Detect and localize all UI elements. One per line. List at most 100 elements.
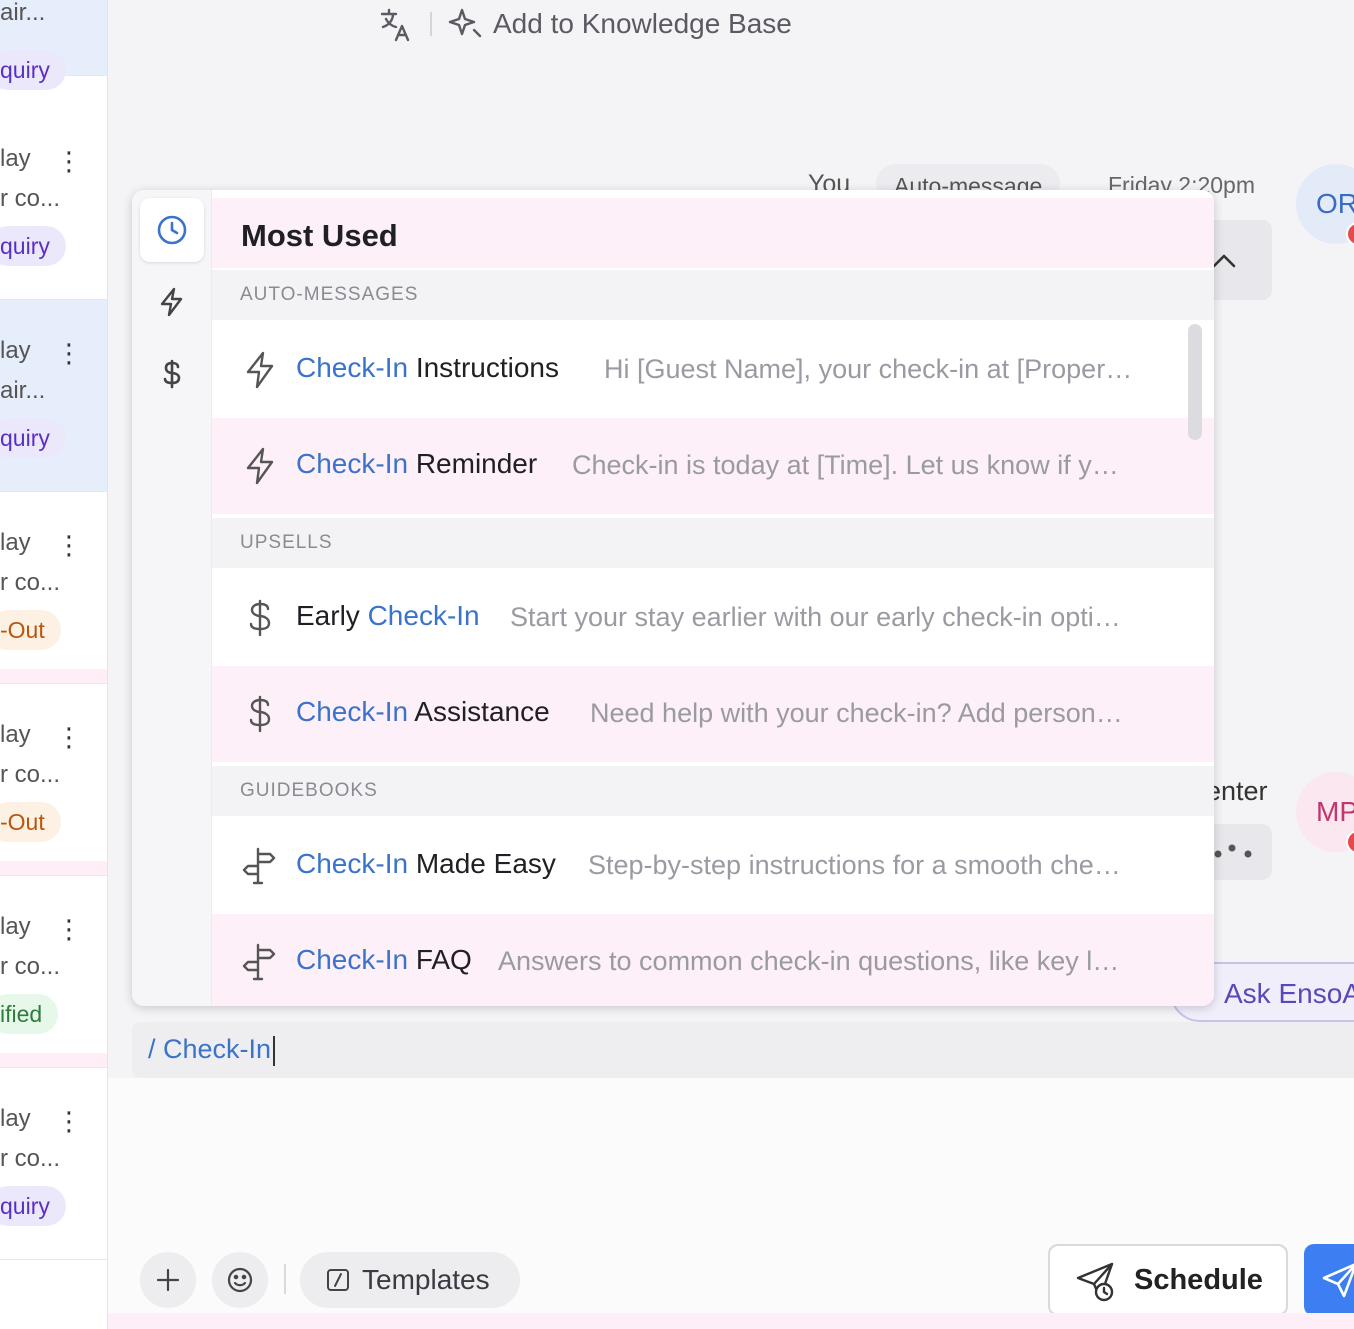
add-button[interactable]: [140, 1252, 196, 1308]
scrollbar[interactable]: [1188, 324, 1202, 440]
conversation-item[interactable]: lay r co... ⋮ quiry: [0, 1068, 107, 1260]
section-title: AUTO-MESSAGES: [240, 284, 419, 305]
list-header: Most Used: [212, 198, 1214, 268]
templates-button[interactable]: Templates: [300, 1252, 520, 1308]
conversation-preview: r co...: [0, 1145, 61, 1172]
conversation-preview: r co...: [0, 761, 61, 788]
title-suffix: Instructions: [408, 352, 559, 383]
row-highlight: [0, 1053, 107, 1067]
schedule-label: Schedule: [1134, 1264, 1263, 1296]
input-value: / Check-In: [148, 1034, 272, 1064]
typing-dots-icon: [1214, 844, 1252, 858]
suggestion-title: Check-In FAQ: [296, 944, 472, 976]
row-highlight: [0, 669, 107, 683]
suggestion-item[interactable]: Check-In FAQ Answers to common check-in q…: [212, 914, 1214, 1006]
status-badge: -Out: [0, 802, 61, 842]
message-input-text[interactable]: / Check-In: [148, 1034, 276, 1066]
suggestion-title: Check-In Reminder: [296, 448, 537, 480]
plus-icon: [156, 1268, 180, 1292]
send-icon: [1322, 1263, 1354, 1298]
rail-upsells-button[interactable]: [140, 342, 204, 406]
status-badge: quiry: [0, 418, 66, 458]
title-match: Check-In: [367, 600, 480, 631]
conversation-item[interactable]: air... quiry: [0, 0, 107, 90]
dollar-icon: [249, 599, 271, 637]
text-caret: [273, 1035, 276, 1066]
conversation-item[interactable]: lay air... ⋮ quiry: [0, 300, 107, 492]
send-button[interactable]: [1304, 1244, 1354, 1316]
suggestion-item[interactable]: Check-In Reminder Check-in is today at [T…: [212, 418, 1214, 514]
rail-auto-messages-button[interactable]: [140, 270, 204, 334]
dollar-icon: [163, 359, 181, 389]
suggestion-preview: Check-in is today at [Time]. Let us know…: [572, 450, 1119, 480]
topbar-separator: [430, 12, 432, 36]
signpost-icon: [242, 943, 276, 981]
rail-most-used-button[interactable]: [140, 198, 204, 262]
category-rail: [132, 190, 212, 1006]
bolt-icon: [246, 447, 274, 485]
conversation-item[interactable]: lay r co... ⋮ quiry: [0, 108, 107, 300]
conversation-preview: air...: [0, 377, 46, 404]
more-options-icon[interactable]: ⋮: [56, 912, 82, 948]
schedule-button[interactable]: Schedule: [1048, 1244, 1288, 1316]
suggestion-item[interactable]: Check-In Made Easy Step-by-step instructi…: [212, 818, 1214, 914]
title-match: Check-In: [296, 944, 409, 975]
suggestion-preview: Answers to common check-in questions, li…: [498, 946, 1120, 976]
message-input[interactable]: / Check-In: [132, 1022, 1354, 1078]
smiley-icon: [227, 1267, 253, 1293]
conversation-line: lay: [0, 145, 31, 172]
conversation-line: lay: [0, 529, 31, 556]
message-fragment: enter: [1206, 776, 1268, 806]
sparkle-icon[interactable]: [448, 6, 484, 42]
top-bar: Add to Knowledge Base: [108, 0, 1354, 60]
conversation-preview: r co...: [0, 569, 61, 596]
toolbar-separator: [284, 1264, 286, 1294]
section-title: GUIDEBOOKS: [240, 780, 378, 801]
conversation-list: air... quiry lay r co... ⋮ quiry lay air... ⋮ qui…: [0, 0, 108, 1329]
status-badge: quiry: [0, 1186, 66, 1226]
suggestion-title: Check-In Assistance: [296, 696, 550, 728]
suggestion-item[interactable]: Check-In Assistance Need help with your c…: [212, 666, 1214, 762]
suggestion-item[interactable]: Early Check-In Start your stay earlier wi…: [212, 570, 1214, 666]
bolt-icon: [160, 287, 183, 317]
conversation-preview: r co...: [0, 953, 61, 980]
suggestion-list: Most Used AUTO-MESSAGES Check-In Instruc…: [212, 190, 1214, 1006]
translate-icon[interactable]: [378, 6, 416, 44]
more-options-icon[interactable]: ⋮: [56, 144, 82, 180]
suggestion-title: Check-In Instructions: [296, 352, 559, 384]
suggestion-preview: Need help with your check-in? Add person…: [590, 698, 1123, 728]
ask-enso-label: Ask EnsoAI: [1224, 978, 1354, 1009]
emoji-button[interactable]: [212, 1252, 268, 1308]
suggestion-preview: Step-by-step instructions for a smooth c…: [588, 850, 1121, 880]
section-title: UPSELLS: [240, 532, 333, 553]
status-badge: -Out: [0, 610, 61, 650]
section-upsells: UPSELLS: [212, 518, 1214, 568]
section-guidebooks: GUIDEBOOKS: [212, 766, 1214, 816]
more-options-icon[interactable]: ⋮: [56, 720, 82, 756]
conversation-line: lay: [0, 913, 31, 940]
more-options-icon[interactable]: ⋮: [56, 528, 82, 564]
avatar-initials: MP: [1316, 796, 1354, 827]
bolt-icon: [246, 351, 274, 389]
add-to-knowledge-base-button[interactable]: Add to Knowledge Base: [493, 8, 792, 40]
more-options-icon[interactable]: ⋮: [56, 336, 82, 372]
title-suffix: Made Easy: [408, 848, 556, 879]
title-prefix: Early: [296, 600, 368, 631]
conversation-item[interactable]: lay r co... ⋮ -Out: [0, 492, 107, 684]
more-options-icon[interactable]: ⋮: [56, 1104, 82, 1140]
conversation-line: air...: [0, 0, 46, 26]
conversation-line: lay: [0, 1105, 31, 1132]
title-suffix: Reminder: [408, 448, 538, 479]
suggestion-item[interactable]: Check-In Instructions Hi [Guest Name], yo…: [212, 322, 1214, 418]
templates-label: Templates: [362, 1264, 490, 1295]
conversation-item[interactable]: lay r co... ⋮ ified: [0, 876, 107, 1068]
dollar-icon: [249, 695, 271, 733]
suggestion-preview: Hi [Guest Name], your check-in at [Prope…: [604, 354, 1133, 384]
section-auto-messages: AUTO-MESSAGES: [212, 270, 1214, 320]
bottom-highlight-bar: [108, 1313, 1354, 1329]
title-match: Check-In: [296, 848, 409, 879]
title-match: Check-In: [296, 352, 409, 383]
avatar-initials: OR: [1316, 188, 1354, 219]
title-suffix: Assistance: [408, 696, 550, 727]
conversation-item[interactable]: lay r co... ⋮ -Out: [0, 684, 107, 876]
